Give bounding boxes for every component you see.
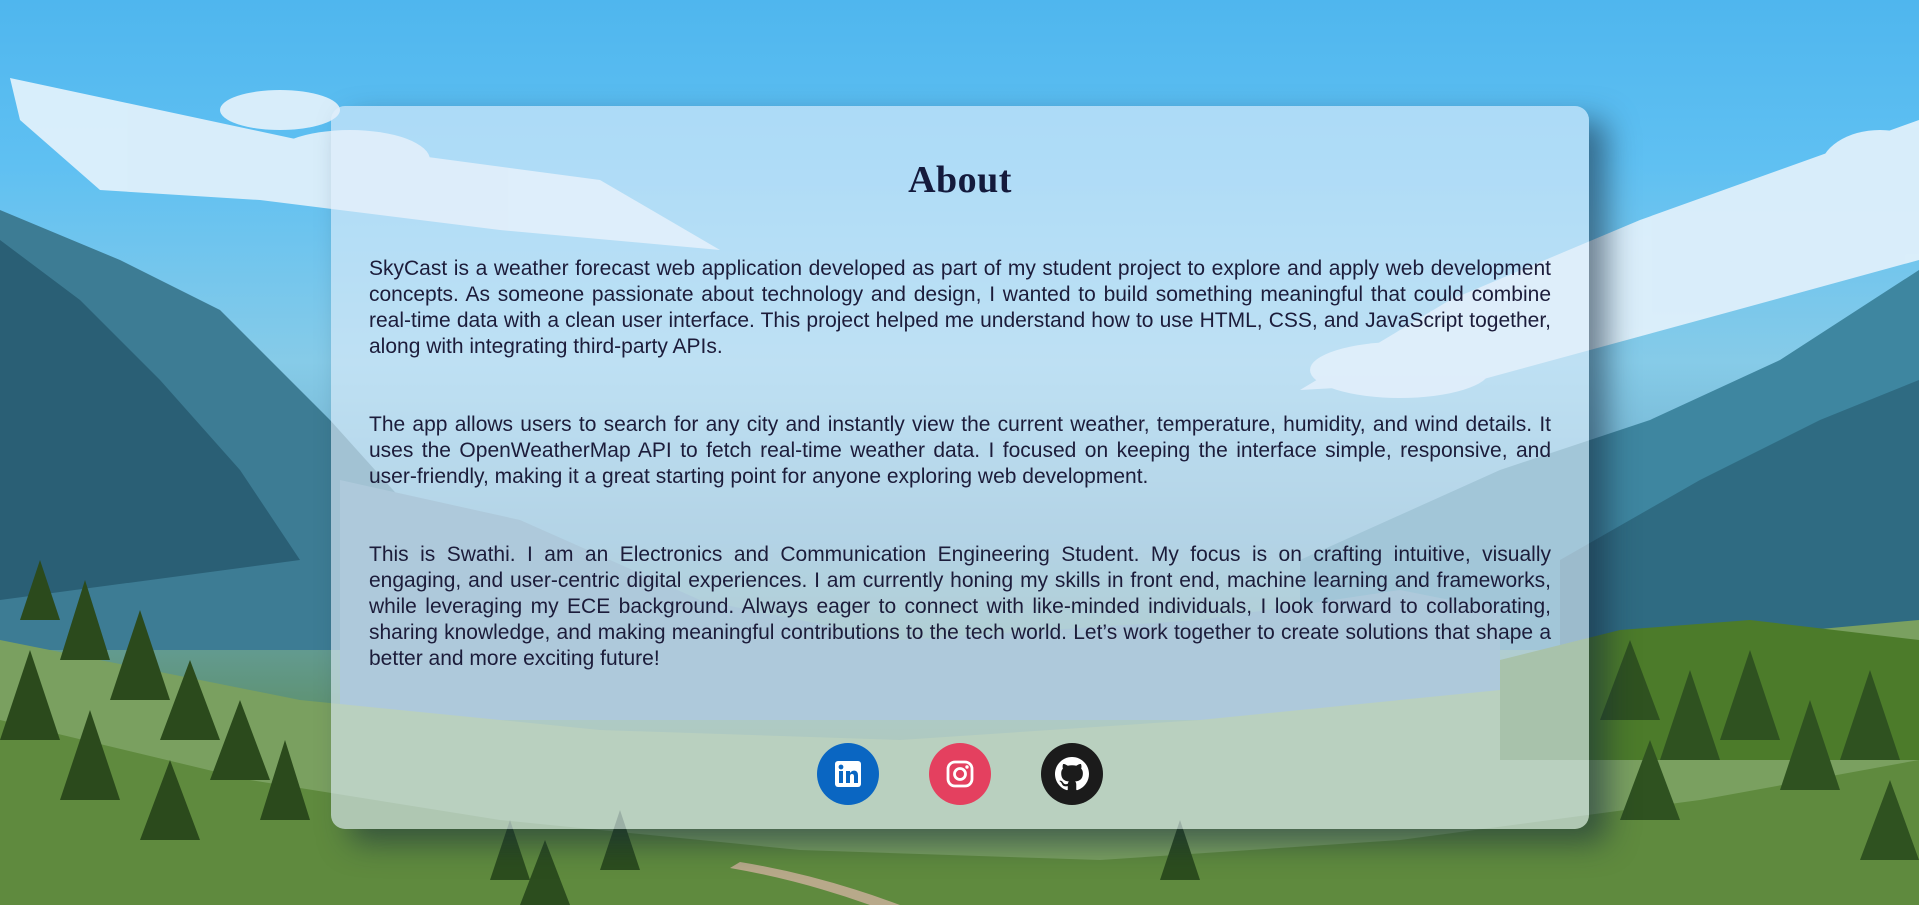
social-links	[331, 743, 1589, 805]
about-paragraph-project: SkyCast is a weather forecast web applic…	[369, 257, 1551, 358]
about-card: About SkyCast is a weather forecast web …	[331, 106, 1589, 829]
about-paragraph-app: The app allows users to search for any c…	[369, 413, 1551, 488]
instagram-button[interactable]	[929, 743, 991, 805]
github-icon	[1055, 757, 1089, 791]
github-button[interactable]	[1041, 743, 1103, 805]
instagram-icon	[946, 760, 974, 788]
page-title: About	[908, 159, 1012, 201]
about-paragraph-author: This is Swathi. I am an Electronics and …	[369, 543, 1551, 670]
linkedin-icon	[835, 761, 861, 787]
linkedin-button[interactable]	[817, 743, 879, 805]
